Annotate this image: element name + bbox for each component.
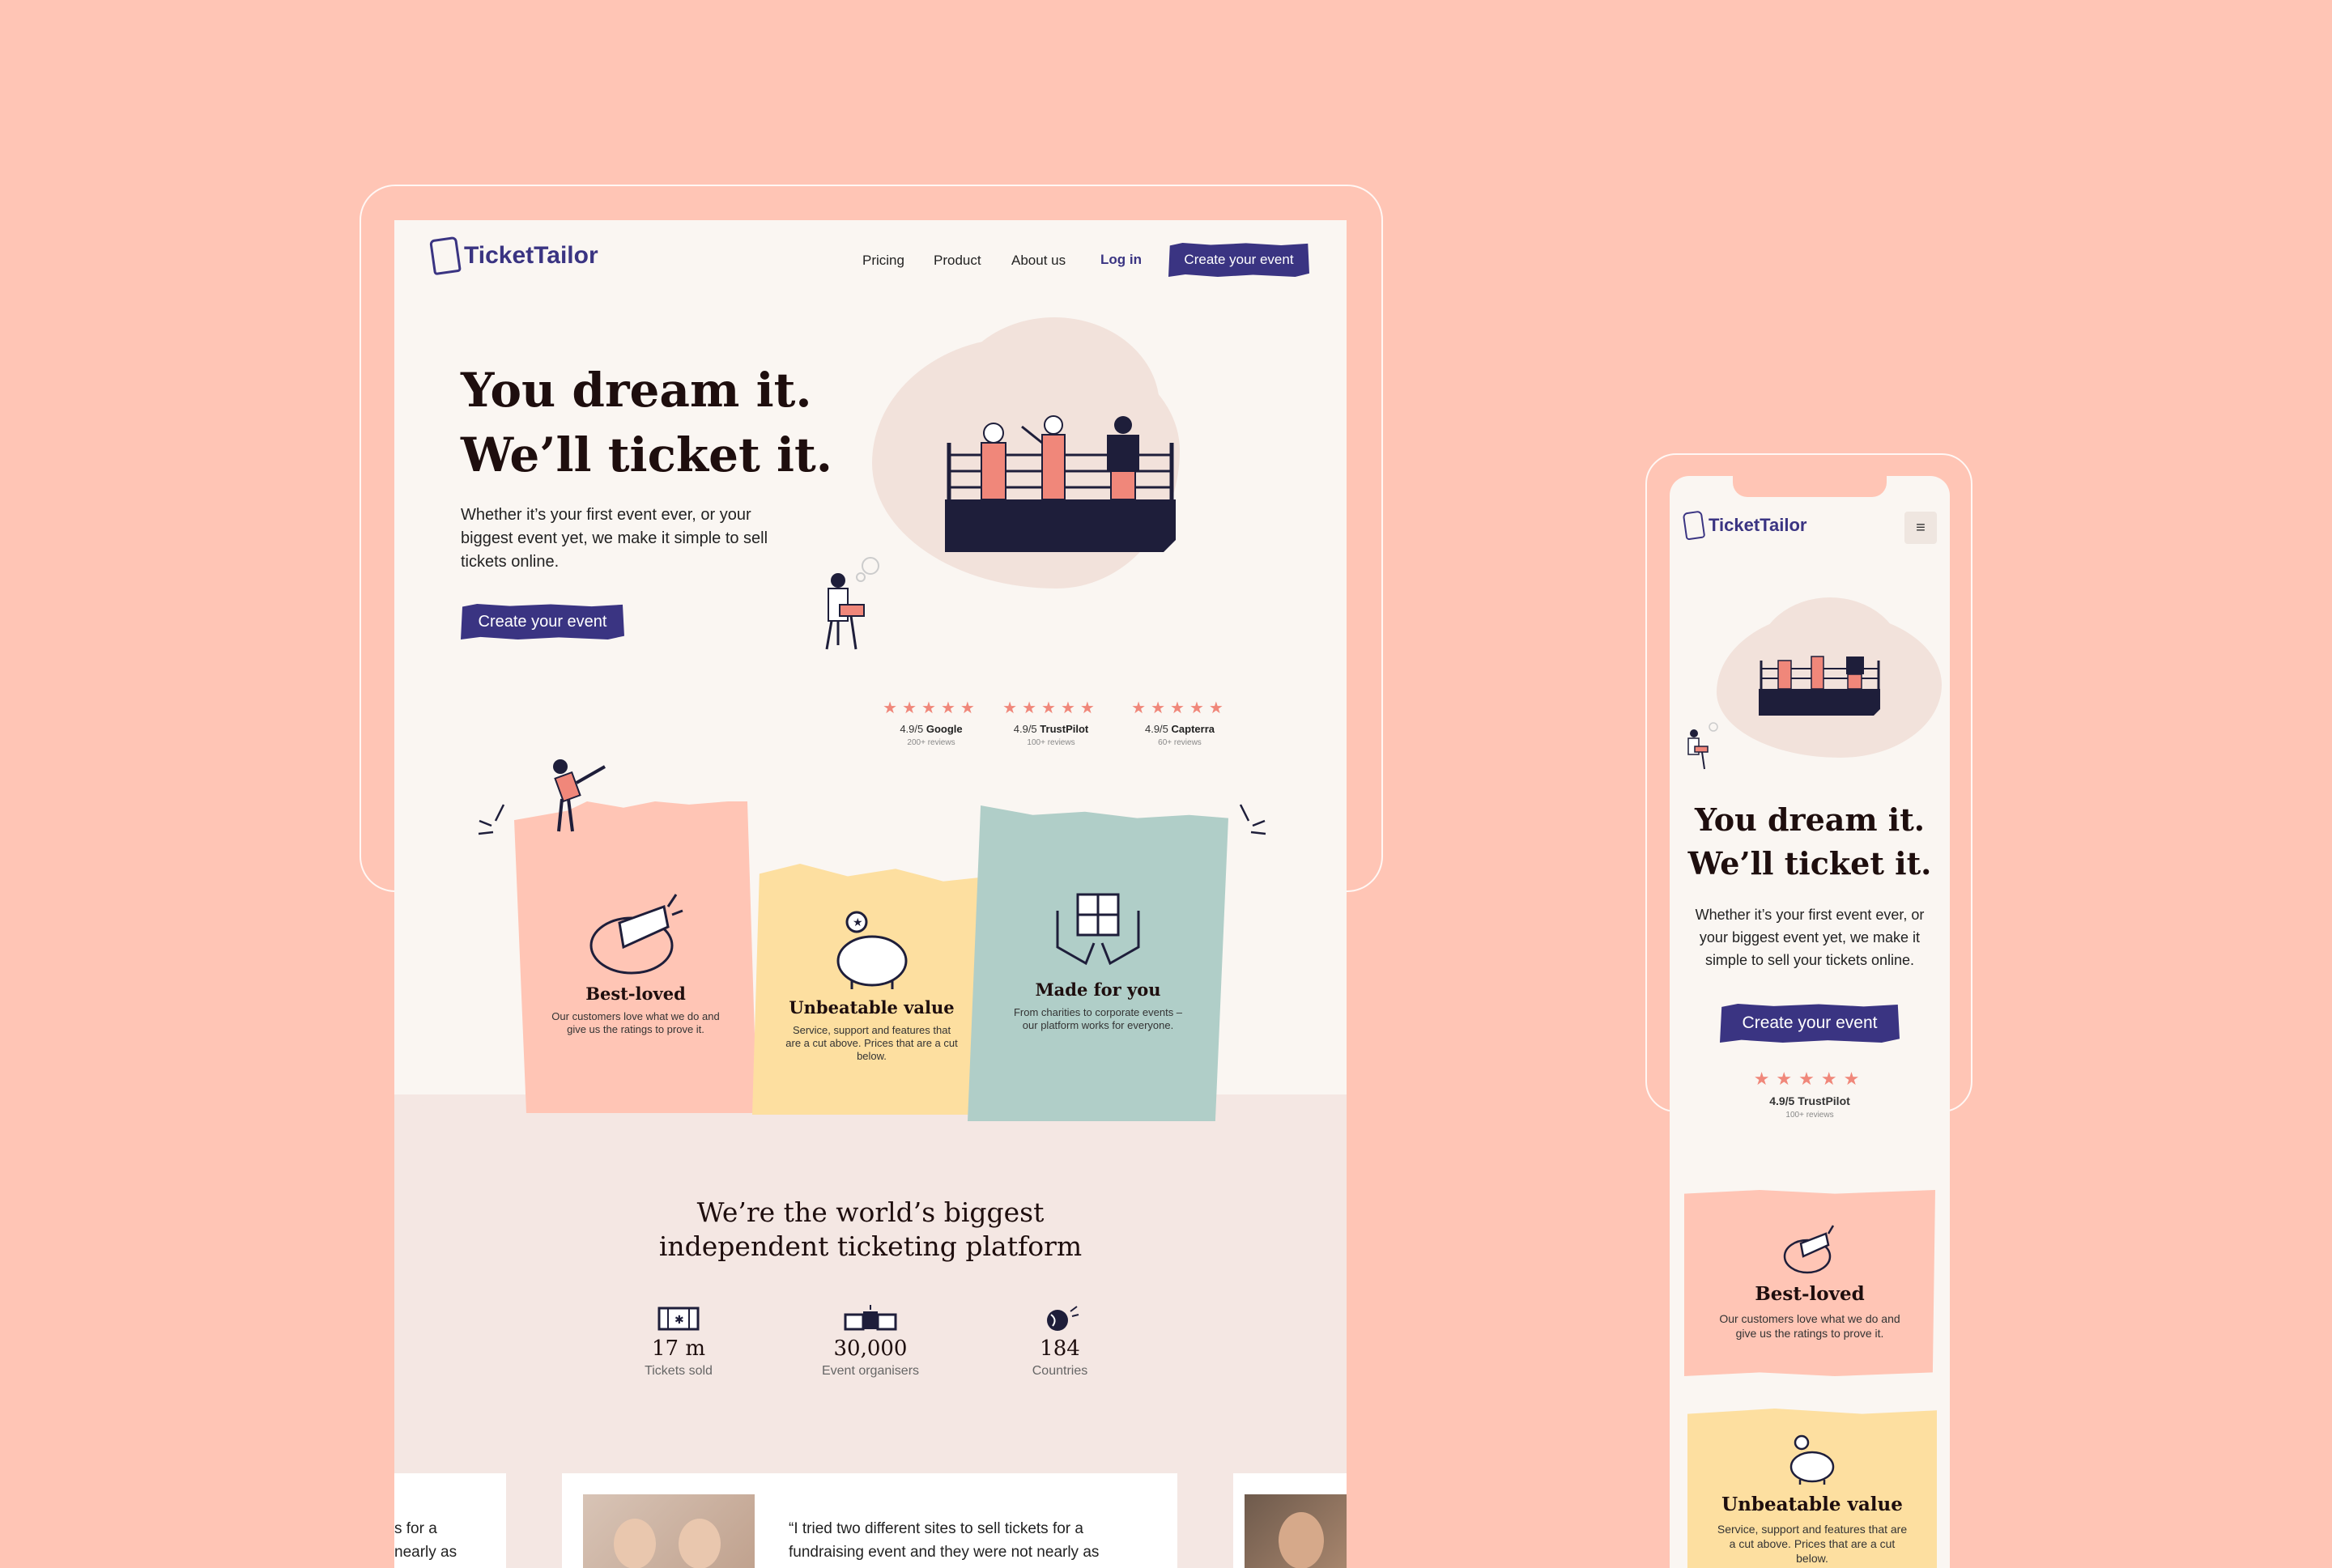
rating-source: Capterra	[1171, 723, 1215, 735]
feature-card-made-for-you: Made for you From charities to corporate…	[968, 805, 1228, 1121]
hero-title: You dream it. We’ll ticket it.	[461, 358, 832, 487]
hero-title: You dream it. We’ll ticket it.	[1687, 801, 1932, 882]
testimonial-card-right	[1233, 1473, 1347, 1568]
testimonial-photo	[1245, 1494, 1347, 1568]
feature-card-unbeatable-value: Unbeatable value Service, support and fe…	[1687, 1409, 1937, 1568]
stars-icon: ★★★★★	[1753, 1069, 1866, 1089]
testimonial-photo	[583, 1494, 755, 1568]
rating-trustpilot[interactable]: ★★★★★ 4.9/5 TrustPilot 100+ reviews	[1729, 1069, 1891, 1120]
piggy-bank-icon	[1789, 1434, 1835, 1485]
globe-icon	[1047, 1306, 1079, 1331]
rating-count: 100+ reviews	[1027, 738, 1075, 747]
stat-tickets-sold: ✱ 17 m Tickets sold	[598, 1305, 760, 1379]
feature-card-best-loved: Best-loved Our customers love what we do…	[514, 801, 757, 1113]
rating-source: TrustPilot	[1040, 723, 1089, 735]
create-event-nav-button[interactable]: Create your event	[1168, 243, 1309, 277]
stars-icon: ★★★★★	[1002, 699, 1100, 717]
ticket-logo-icon	[1682, 510, 1706, 541]
boxing-ring-illustration	[945, 415, 1176, 552]
svg-text:★: ★	[853, 916, 863, 928]
logo[interactable]: TicketTailor	[429, 236, 598, 276]
nav-pricing[interactable]: Pricing	[862, 253, 904, 269]
person-at-desk-illustration	[1687, 722, 1718, 770]
stat-value: 30,000	[833, 1336, 908, 1361]
megaphone-icon	[589, 894, 683, 975]
desktop-page: TicketTailor Pricing Product About us Lo…	[394, 220, 1347, 1568]
sparkle-lines-icon	[478, 804, 505, 835]
brand-name: TicketTailor	[464, 242, 598, 269]
person-at-desk-illustration	[825, 557, 879, 650]
gift-hands-icon	[1056, 893, 1140, 966]
boxing-ring-illustration	[1759, 656, 1880, 716]
hero-subtitle: Whether it’s your first event ever, or y…	[1695, 907, 1925, 968]
device-notch	[1733, 476, 1887, 497]
dancing-person-illustration	[553, 759, 606, 832]
piggy-bank-icon: ★	[836, 911, 907, 989]
hero-subtitle: Whether it’s your first event ever, or y…	[461, 506, 768, 571]
feature-text: Service, support and features that are a…	[1717, 1523, 1908, 1565]
megaphone-icon	[1783, 1225, 1835, 1274]
stars-icon: ★★★★★	[1131, 699, 1228, 717]
ticket-icon: ✱	[657, 1307, 700, 1331]
stat-label: Event organisers	[821, 1364, 920, 1378]
logo[interactable]: TicketTailor	[1682, 510, 1807, 541]
brand-name: TicketTailor	[1709, 515, 1807, 535]
feature-text: Service, support and features that are a…	[785, 1024, 958, 1062]
feature-card-best-loved: Best-loved Our customers love what we do…	[1684, 1190, 1935, 1376]
stat-label: Countries	[1032, 1364, 1088, 1378]
testimonial-card-left: s for a nearly as	[394, 1473, 506, 1568]
stat-value: 184	[1040, 1336, 1080, 1361]
rating-source: Google	[926, 723, 963, 735]
feature-title: Unbeatable value	[1721, 1494, 1903, 1515]
stats-title: We’re the world’s biggest independent ti…	[658, 1196, 1083, 1262]
stat-value: 17 m	[651, 1336, 705, 1361]
feature-title: Unbeatable value	[789, 997, 955, 1018]
stat-event-organisers: 30,000 Event organisers	[789, 1305, 951, 1379]
feature-title: Best-loved	[585, 984, 686, 1004]
nav-about-us[interactable]: About us	[1011, 253, 1066, 269]
rating-google[interactable]: ★★★★★ 4.9/5 Google 200+ reviews	[877, 698, 985, 747]
nav-product[interactable]: Product	[934, 253, 981, 269]
feature-title: Best-loved	[1755, 1283, 1865, 1305]
testimonial-card-main: “I tried two different sites to sell tic…	[562, 1473, 1177, 1568]
testimonial-quote: “I tried two different sites to sell tic…	[789, 1520, 1100, 1561]
stars-icon: ★★★★★	[883, 699, 980, 717]
feature-text: From charities to corporate events – our…	[1013, 1006, 1183, 1031]
hero-title-line2: We’ll ticket it.	[461, 427, 832, 482]
sparkle-lines-icon	[1239, 804, 1266, 835]
hamburger-icon[interactable]: ≡	[1904, 512, 1937, 544]
feature-text: Our customers love what we do and give u…	[551, 1010, 720, 1035]
rating-capterra[interactable]: ★★★★★ 4.9/5 Capterra 60+ reviews	[1126, 698, 1234, 747]
feature-card-unbeatable-value: ★ Unbeatable value Service, support and …	[752, 864, 991, 1115]
feature-title: Made for you	[1035, 979, 1161, 1000]
create-event-hero-button[interactable]: Create your event	[461, 604, 624, 640]
login-link[interactable]: Log in	[1100, 252, 1142, 268]
rating-count: 100+ reviews	[1785, 1111, 1834, 1120]
rating-trustpilot[interactable]: ★★★★★ 4.9/5 TrustPilot 100+ reviews	[997, 698, 1105, 747]
feature-text: Our customers love what we do and give u…	[1719, 1312, 1900, 1340]
rating-count: 60+ reviews	[1158, 738, 1202, 747]
rating-count: 200+ reviews	[907, 738, 955, 747]
testimonial-fragment: s for a nearly as	[394, 1520, 457, 1561]
organisers-icon	[844, 1305, 897, 1331]
rating-label: 4.9/5 TrustPilot	[1769, 1094, 1850, 1107]
svg-text:✱: ✱	[674, 1313, 684, 1326]
mobile-page: TicketTailor ≡ You dream it. We’ll ticke…	[1670, 476, 1950, 1568]
stat-label: Tickets sold	[645, 1364, 713, 1378]
ticket-logo-icon	[429, 236, 462, 276]
hero-title-line1: You dream it.	[461, 363, 812, 418]
stat-countries: 184 Countries	[979, 1305, 1141, 1379]
create-event-button[interactable]: Create your event	[1720, 1004, 1900, 1043]
